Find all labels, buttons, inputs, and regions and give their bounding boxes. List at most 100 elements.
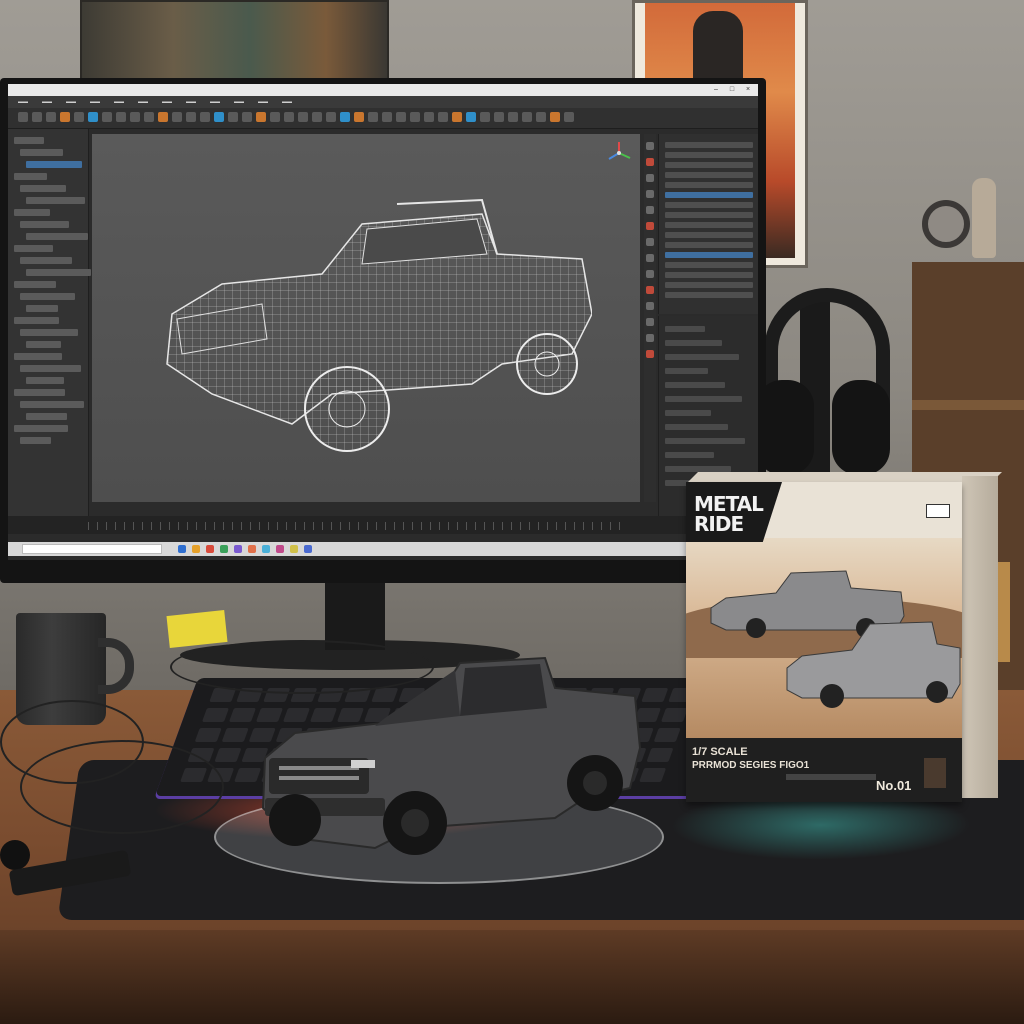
- viewport-tool-icon[interactable]: [646, 302, 654, 310]
- toolbar-tool-icon[interactable]: [438, 112, 448, 122]
- toolbar-tool-icon[interactable]: [200, 112, 210, 122]
- toolbar-tool-icon[interactable]: [508, 112, 518, 122]
- toolbar-tool-icon[interactable]: [298, 112, 308, 122]
- property-field[interactable]: [665, 438, 745, 444]
- timeline[interactable]: [8, 516, 758, 534]
- toolbar-tool-icon[interactable]: [116, 112, 126, 122]
- scene-tree-item[interactable]: [14, 209, 50, 216]
- close-icon[interactable]: ×: [740, 84, 756, 96]
- maximize-icon[interactable]: □: [724, 84, 740, 96]
- scene-tree-item[interactable]: [14, 353, 62, 360]
- viewport-tool-icon[interactable]: [646, 318, 654, 326]
- toolbar-tool-icon[interactable]: [550, 112, 560, 122]
- toolbar-tool-icon[interactable]: [410, 112, 420, 122]
- toolbar-tool-icon[interactable]: [424, 112, 434, 122]
- toolbar-tool-icon[interactable]: [186, 112, 196, 122]
- menu-item[interactable]: ▬▬: [282, 96, 292, 108]
- viewport-tool-icon[interactable]: [646, 206, 654, 214]
- menu-item[interactable]: ▬▬: [162, 96, 172, 108]
- app-title-bar[interactable]: – □ ×: [8, 84, 758, 96]
- toolbar-tool-icon[interactable]: [46, 112, 56, 122]
- toolbar-tool-icon[interactable]: [158, 112, 168, 122]
- app-icon[interactable]: [290, 545, 298, 553]
- viewport-tool-icon[interactable]: [646, 174, 654, 182]
- toolbar-tool-icon[interactable]: [214, 112, 224, 122]
- outliner-item[interactable]: [665, 172, 753, 178]
- toolbar-tool-icon[interactable]: [60, 112, 70, 122]
- scene-tree-item[interactable]: [20, 437, 51, 444]
- property-field[interactable]: [665, 382, 725, 388]
- property-field[interactable]: [665, 368, 708, 374]
- outliner-item[interactable]: [665, 262, 753, 268]
- scene-tree-item[interactable]: [20, 401, 84, 408]
- taskbar-search-input[interactable]: [22, 544, 162, 554]
- app-icon[interactable]: [234, 545, 242, 553]
- scene-tree-item[interactable]: [20, 257, 72, 264]
- toolbar-tool-icon[interactable]: [312, 112, 322, 122]
- scene-tree-item[interactable]: [14, 173, 47, 180]
- app-icon[interactable]: [192, 545, 200, 553]
- scene-tree-item[interactable]: [26, 269, 91, 276]
- toolbar-tool-icon[interactable]: [368, 112, 378, 122]
- viewport-tool-icon[interactable]: [646, 270, 654, 278]
- menu-item[interactable]: ▬▬: [186, 96, 196, 108]
- outliner-item[interactable]: [665, 242, 753, 248]
- property-field[interactable]: [665, 354, 739, 360]
- scene-tree-item[interactable]: [26, 197, 85, 204]
- scene-tree-item[interactable]: [20, 149, 63, 156]
- menu-item[interactable]: ▬▬: [66, 96, 76, 108]
- toolbar-tool-icon[interactable]: [452, 112, 462, 122]
- property-field[interactable]: [665, 326, 705, 332]
- outliner-item[interactable]: [665, 232, 753, 238]
- toolbar-tool-icon[interactable]: [284, 112, 294, 122]
- toolbar-tool-icon[interactable]: [88, 112, 98, 122]
- toolbar-tool-icon[interactable]: [340, 112, 350, 122]
- toolbar-tool-icon[interactable]: [326, 112, 336, 122]
- scene-tree-item[interactable]: [26, 341, 61, 348]
- outliner-item[interactable]: [665, 272, 753, 278]
- toolbar-tool-icon[interactable]: [354, 112, 364, 122]
- toolbar-tool-icon[interactable]: [228, 112, 238, 122]
- outliner-item[interactable]: [665, 282, 753, 288]
- viewport-tool-icon[interactable]: [646, 158, 654, 166]
- property-field[interactable]: [665, 340, 722, 346]
- viewport-tool-icon[interactable]: [646, 350, 654, 358]
- outliner-item[interactable]: [665, 222, 753, 228]
- menu-item[interactable]: ▬▬: [138, 96, 148, 108]
- minimize-icon[interactable]: –: [708, 84, 724, 96]
- toolbar-tool-icon[interactable]: [256, 112, 266, 122]
- viewport-tool-icon[interactable]: [646, 238, 654, 246]
- outliner-item[interactable]: [665, 142, 753, 148]
- property-field[interactable]: [665, 410, 711, 416]
- outliner-item[interactable]: [665, 252, 753, 258]
- scene-tree-item[interactable]: [26, 377, 64, 384]
- toolbar-tool-icon[interactable]: [494, 112, 504, 122]
- toolbar-tool-icon[interactable]: [396, 112, 406, 122]
- menu-item[interactable]: ▬▬: [42, 96, 52, 108]
- scene-tree-item[interactable]: [14, 137, 44, 144]
- toolbar-tool-icon[interactable]: [564, 112, 574, 122]
- scene-tree-item[interactable]: [26, 305, 58, 312]
- app-icon[interactable]: [178, 545, 186, 553]
- toolbar-tool-icon[interactable]: [74, 112, 84, 122]
- menu-item[interactable]: ▬▬: [258, 96, 268, 108]
- outliner-item[interactable]: [665, 152, 753, 158]
- property-field[interactable]: [665, 452, 714, 458]
- toolbar-tool-icon[interactable]: [270, 112, 280, 122]
- viewport-tool-icon[interactable]: [646, 254, 654, 262]
- 3d-viewport[interactable]: [92, 134, 640, 502]
- toolbar-tool-icon[interactable]: [130, 112, 140, 122]
- scene-tree-item[interactable]: [14, 245, 53, 252]
- toolbar-tool-icon[interactable]: [32, 112, 42, 122]
- toolbar-tool-icon[interactable]: [536, 112, 546, 122]
- outliner-item[interactable]: [665, 202, 753, 208]
- app-icon[interactable]: [262, 545, 270, 553]
- toolbar-tool-icon[interactable]: [242, 112, 252, 122]
- menu-item[interactable]: ▬▬: [114, 96, 124, 108]
- scene-tree-item[interactable]: [20, 293, 75, 300]
- toolbar-tool-icon[interactable]: [382, 112, 392, 122]
- app-icon[interactable]: [304, 545, 312, 553]
- toolbar-tool-icon[interactable]: [144, 112, 154, 122]
- scene-tree-item[interactable]: [20, 185, 66, 192]
- menu-item[interactable]: ▬▬: [90, 96, 100, 108]
